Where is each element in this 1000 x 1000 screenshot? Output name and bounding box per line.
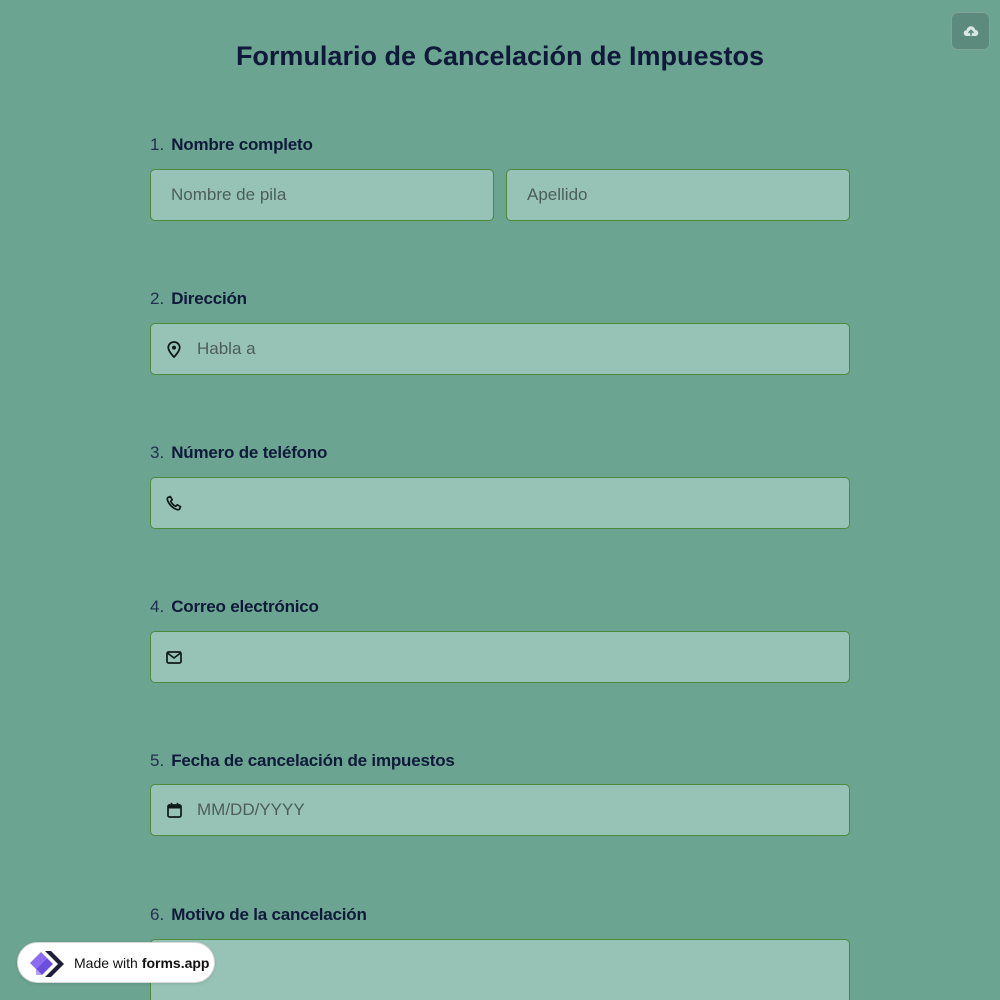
question-text: Motivo de la cancelación xyxy=(171,905,367,924)
question-number: 1. xyxy=(150,135,165,154)
first-name-placeholder: Nombre de pila xyxy=(171,185,287,204)
question-text: Nombre completo xyxy=(171,135,313,154)
form-title: Formulario de Cancelación de Impuestos xyxy=(235,41,765,71)
reason-textarea[interactable] xyxy=(150,939,850,1000)
question-phone: 3. Número de teléfono xyxy=(150,442,850,464)
question-number: 4. xyxy=(150,597,165,616)
made-with-forms-app-badge[interactable]: Made with forms.app xyxy=(17,942,215,983)
question-label: 3. Número de teléfono xyxy=(150,442,850,464)
question-address: 2. Dirección xyxy=(150,288,850,310)
mail-icon xyxy=(164,647,184,667)
last-name-input[interactable]: Apellido xyxy=(506,169,850,221)
question-text: Número de teléfono xyxy=(171,443,328,462)
phone-input[interactable] xyxy=(150,477,850,529)
question-number: 2. xyxy=(150,289,165,308)
question-email: 4. Correo electrónico xyxy=(150,596,850,618)
question-label: 6. Motivo de la cancelación xyxy=(150,904,850,926)
question-text: Correo electrónico xyxy=(171,597,319,616)
calendar-icon xyxy=(164,800,184,820)
question-number: 5. xyxy=(150,751,165,770)
phone-icon xyxy=(164,493,184,513)
date-placeholder: MM/DD/YYYY xyxy=(197,800,305,819)
question-number: 6. xyxy=(150,905,165,924)
forms-app-logo-icon xyxy=(30,950,64,977)
question-label: 1. Nombre completo xyxy=(150,134,850,156)
question-text: Dirección xyxy=(171,289,247,308)
address-placeholder: Habla a xyxy=(197,339,256,358)
email-input[interactable] xyxy=(150,631,850,683)
badge-brand: forms.app xyxy=(141,954,210,971)
location-pin-icon xyxy=(164,339,184,359)
cloud-upload-icon xyxy=(963,26,978,36)
date-input[interactable]: MM/DD/YYYY xyxy=(150,784,850,836)
badge-prefix: Made with xyxy=(74,954,138,971)
question-full-name: 1. Nombre completo xyxy=(150,134,850,156)
question-label: 5. Fecha de cancelación de impuestos xyxy=(150,750,850,772)
question-label: 4. Correo electrónico xyxy=(150,596,850,618)
question-number: 3. xyxy=(150,443,165,462)
question-cancellation-date: 5. Fecha de cancelación de impuestos xyxy=(150,750,850,772)
question-text: Fecha de cancelación de impuestos xyxy=(171,751,455,770)
question-label: 2. Dirección xyxy=(150,288,850,310)
last-name-placeholder: Apellido xyxy=(527,185,588,204)
question-cancellation-reason: 6. Motivo de la cancelación xyxy=(150,904,850,926)
first-name-input[interactable]: Nombre de pila xyxy=(150,169,494,221)
address-input[interactable]: Habla a xyxy=(150,323,850,375)
